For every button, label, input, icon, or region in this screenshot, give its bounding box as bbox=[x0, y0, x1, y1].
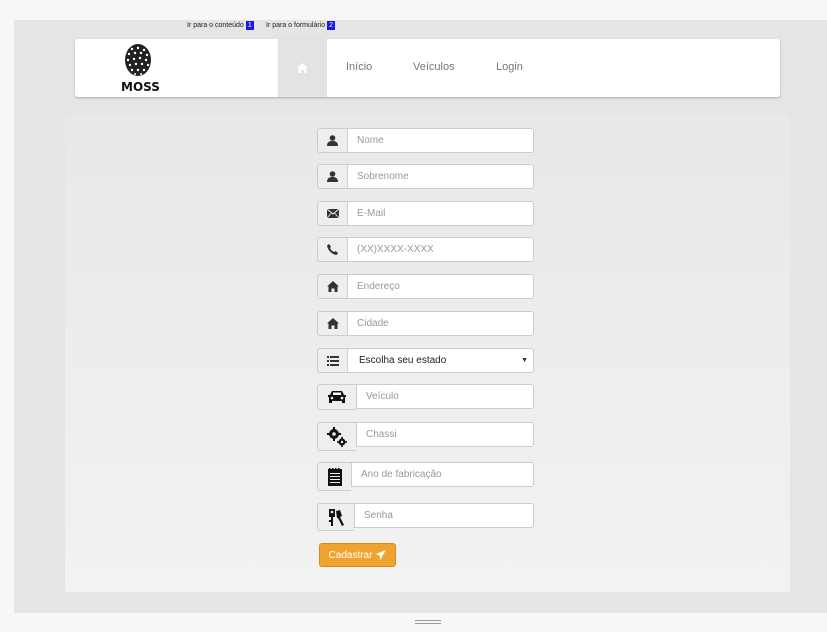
home-icon bbox=[297, 63, 308, 73]
keys-icon bbox=[328, 508, 344, 526]
estado-selected-value: Escolha seu estado bbox=[359, 355, 447, 366]
estado-group: Escolha seu estado ▼ bbox=[317, 348, 534, 373]
skip-to-form-link[interactable]: Ir para o formulário 2 bbox=[266, 21, 336, 30]
nav-home-tab[interactable] bbox=[278, 39, 327, 97]
ano-group bbox=[317, 462, 534, 491]
skip-to-content-link[interactable]: Ir para o conteúdo 1 bbox=[187, 21, 254, 30]
skip-to-content-key: 1 bbox=[245, 21, 254, 30]
send-icon bbox=[376, 550, 387, 560]
cidade-input[interactable] bbox=[347, 311, 534, 336]
endereco-addon bbox=[317, 274, 347, 299]
chassi-input[interactable] bbox=[356, 422, 534, 447]
sobrenome-input[interactable] bbox=[347, 164, 534, 189]
envelope-icon bbox=[326, 209, 339, 218]
list-icon bbox=[326, 355, 339, 366]
nome-group bbox=[317, 128, 534, 153]
email-addon bbox=[317, 201, 347, 226]
ano-input[interactable] bbox=[351, 462, 534, 487]
cadastrar-label: Cadastrar bbox=[328, 549, 373, 561]
resize-handle[interactable] bbox=[415, 620, 441, 626]
telefone-group bbox=[317, 237, 534, 262]
nome-addon bbox=[317, 128, 347, 153]
email-group bbox=[317, 201, 534, 226]
gears-icon bbox=[327, 426, 347, 447]
senha-group bbox=[317, 503, 534, 531]
nav-link-login[interactable]: Login bbox=[496, 61, 523, 73]
chassi-addon bbox=[317, 422, 356, 451]
user-icon bbox=[327, 171, 338, 182]
ano-addon bbox=[317, 462, 351, 491]
nav-link-veiculos[interactable]: Veículos bbox=[413, 61, 455, 73]
telefone-input[interactable] bbox=[347, 237, 534, 262]
skip-to-form-label: Ir para o formulário bbox=[266, 22, 326, 29]
email-input[interactable] bbox=[347, 201, 534, 226]
veiculo-input[interactable] bbox=[356, 384, 534, 409]
chassi-group bbox=[317, 422, 534, 451]
car-icon bbox=[328, 390, 346, 403]
notepad-icon bbox=[327, 467, 342, 486]
cadastrar-button[interactable]: Cadastrar bbox=[319, 543, 396, 567]
home-icon bbox=[326, 318, 339, 329]
brand-name: MOSS bbox=[121, 80, 160, 94]
estado-select[interactable]: Escolha seu estado ▼ bbox=[347, 348, 534, 373]
senha-addon bbox=[317, 503, 354, 531]
sobrenome-group bbox=[317, 164, 534, 189]
veiculo-addon bbox=[317, 384, 356, 410]
cidade-addon bbox=[317, 311, 347, 336]
sobrenome-addon bbox=[317, 164, 347, 189]
endereco-group bbox=[317, 274, 534, 299]
phone-icon bbox=[327, 244, 338, 255]
telefone-addon bbox=[317, 237, 347, 262]
skip-to-form-key: 2 bbox=[327, 21, 336, 30]
skip-to-content-label: Ir para o conteúdo bbox=[187, 22, 244, 29]
chevron-down-icon: ▼ bbox=[521, 357, 528, 364]
endereco-input[interactable] bbox=[347, 274, 534, 299]
estado-addon bbox=[317, 348, 347, 373]
user-icon bbox=[327, 135, 338, 146]
nome-input[interactable] bbox=[347, 128, 534, 153]
top-navbar: MOSS Início Veículos Login bbox=[75, 39, 780, 97]
veiculo-group bbox=[317, 384, 534, 410]
home-icon bbox=[326, 281, 339, 292]
senha-input[interactable] bbox=[354, 503, 534, 528]
cidade-group bbox=[317, 311, 534, 336]
nav-link-inicio[interactable]: Início bbox=[346, 61, 372, 73]
